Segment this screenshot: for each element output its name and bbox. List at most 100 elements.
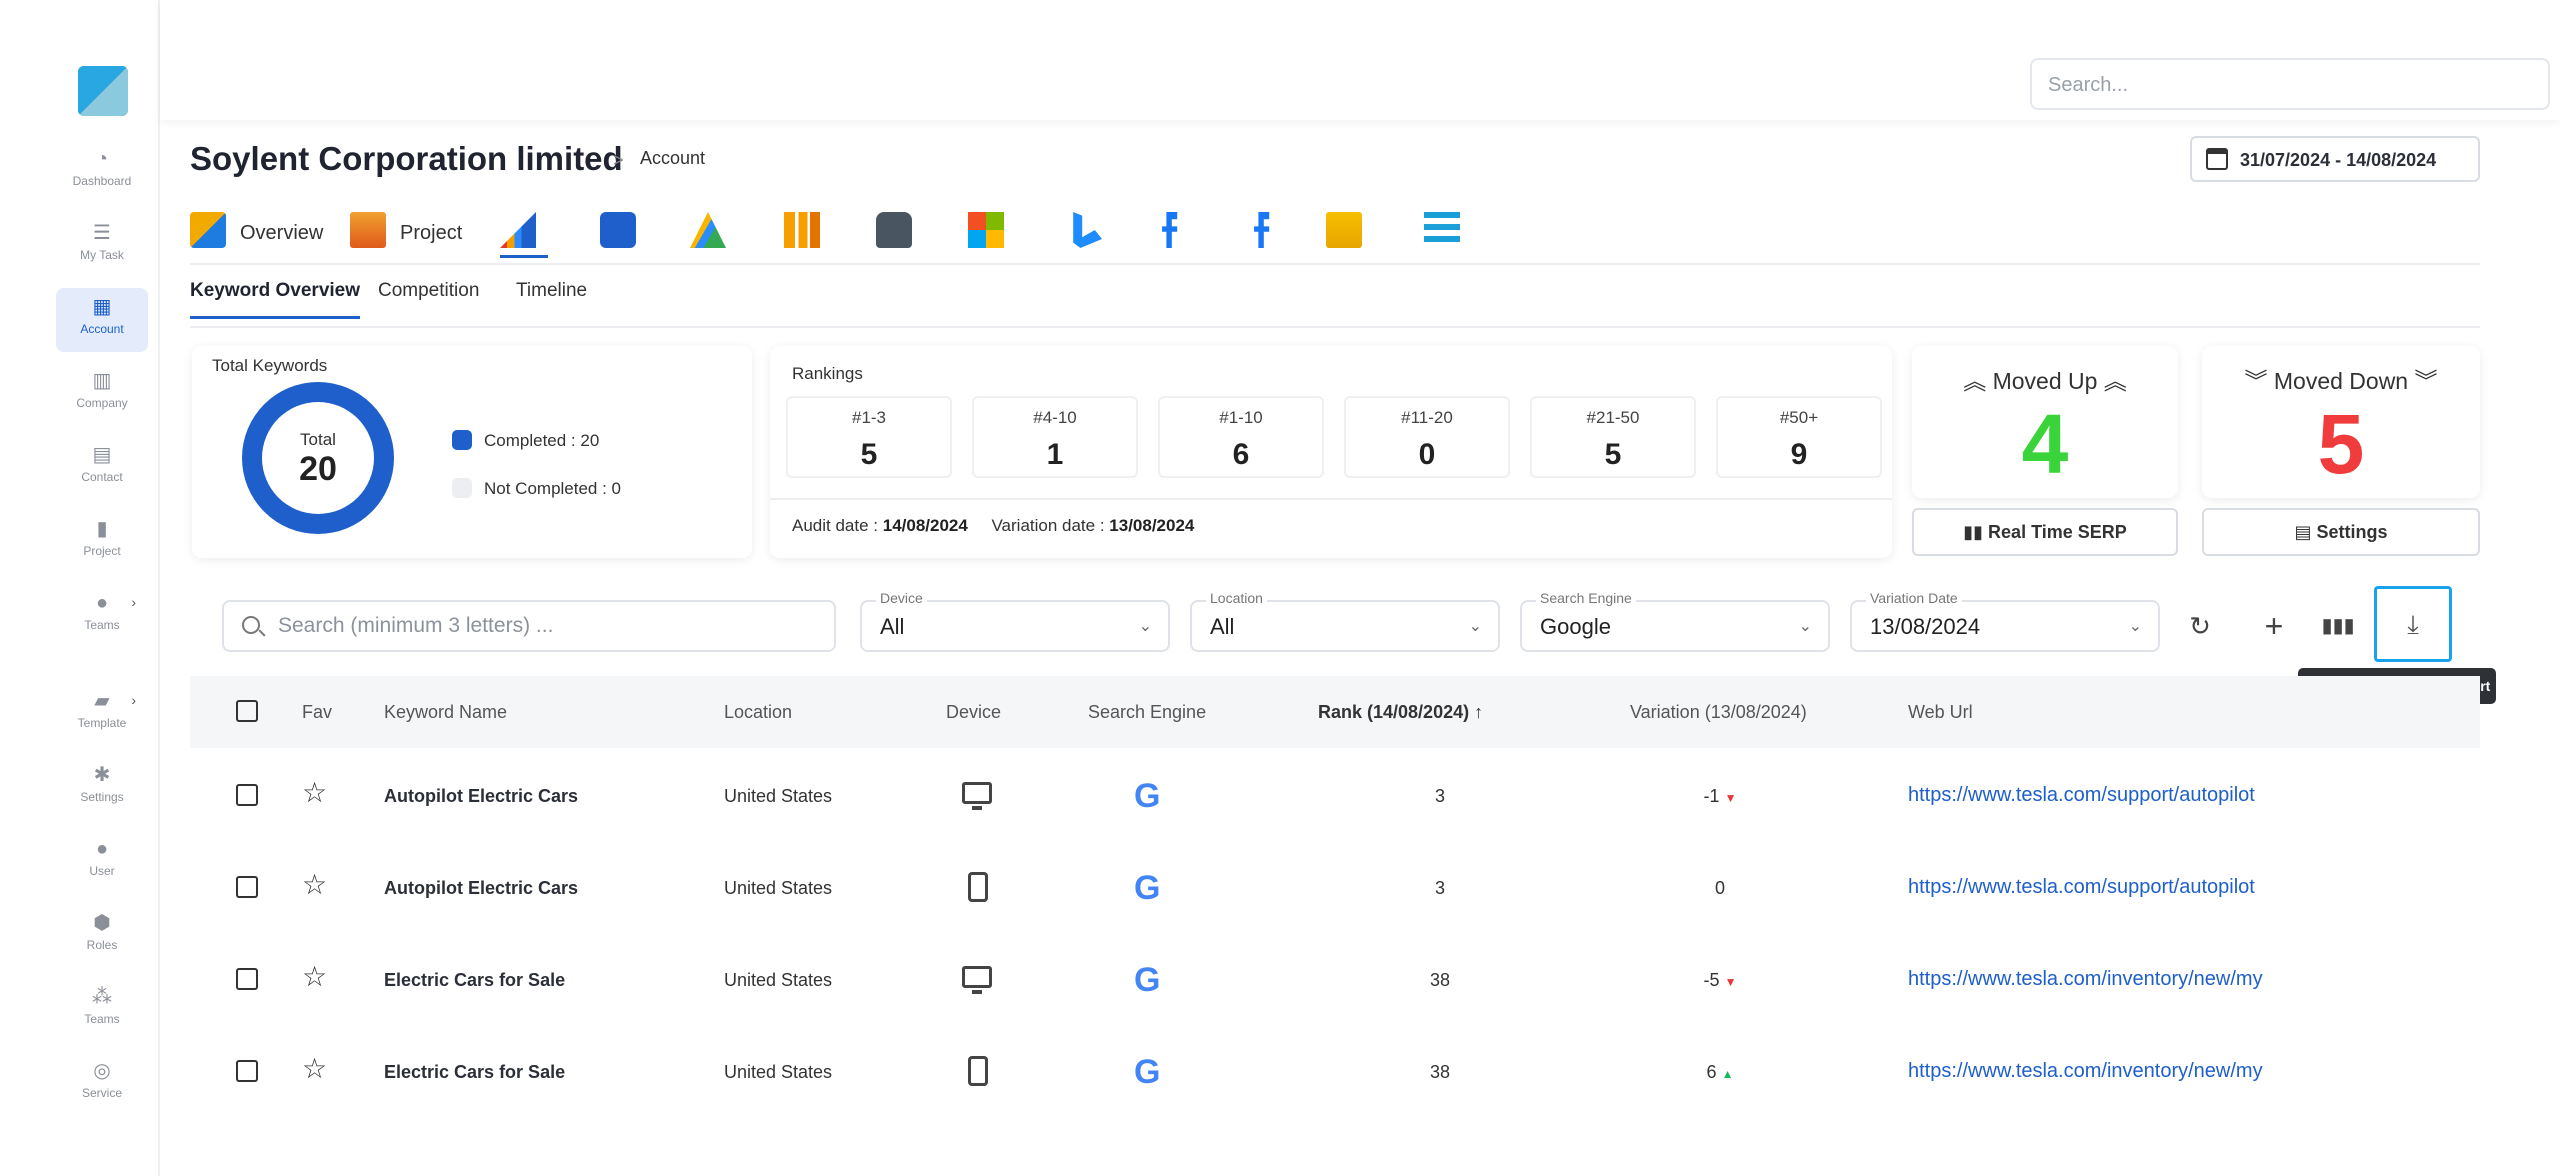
col-web-url[interactable]: Web Url <box>1908 702 1973 723</box>
variation-date-select[interactable]: Variation Date 13/08/2024 ⌄ <box>1850 590 2160 652</box>
refresh-icon[interactable]: ↻ <box>2180 606 2220 646</box>
global-search-input[interactable]: Search... <box>2030 58 2550 110</box>
moved-down-card: ︾ Moved Down ︾ 5 <box>2202 346 2480 498</box>
favorite-star-icon[interactable]: ☆ <box>302 962 327 992</box>
real-time-serp-label: Real Time SERP <box>1988 522 2127 542</box>
keyword-web-url[interactable]: https://www.tesla.com/inventory/new/my <box>1908 968 2263 991</box>
table-row: ☆ Autopilot Electric Cars United States G 3 -… <box>190 750 2480 842</box>
add-icon[interactable]: + <box>2254 606 2294 646</box>
keyword-web-url[interactable]: https://www.tesla.com/support/autopilot <box>1908 876 2255 899</box>
topbar: Search... RS <box>160 0 2560 120</box>
tool-tab-sitemap[interactable] <box>1424 206 1472 258</box>
favorite-star-icon[interactable]: ☆ <box>302 1054 327 1084</box>
col-variation[interactable]: Variation (13/08/2024) <box>1630 702 1807 723</box>
ranking-bucket[interactable]: #21-50 5 <box>1530 396 1696 478</box>
sidebar-item-settings[interactable]: ✱ Settings <box>56 756 148 820</box>
breadcrumb[interactable]: Account <box>640 148 705 169</box>
settings-button[interactable]: ▤ Settings <box>2202 508 2480 556</box>
trend-down-icon: ▼ <box>1724 975 1737 989</box>
variation-date: 13/08/2024 <box>1109 516 1195 535</box>
keyword-web-url[interactable]: https://www.tesla.com/inventory/new/my <box>1908 1060 2263 1083</box>
location-select[interactable]: Location All ⌄ <box>1190 590 1500 652</box>
favorite-star-icon[interactable]: ☆ <box>302 870 327 900</box>
search-engine-select[interactable]: Search Engine Google ⌄ <box>1520 590 1830 652</box>
keyword-search-input[interactable]: Search (minimum 3 letters) ... <box>222 600 836 652</box>
download-report-button[interactable]: ⤓ <box>2374 586 2452 662</box>
download-icon: ⤓ <box>2407 609 2419 639</box>
rank-chart-icon <box>500 212 536 248</box>
row-checkbox[interactable] <box>236 1060 258 1082</box>
tab-competition[interactable]: Competition <box>378 280 479 316</box>
ranking-count: 6 <box>1232 438 1250 471</box>
ranking-bucket[interactable]: #1-10 6 <box>1158 396 1324 478</box>
sidebar-item-user[interactable]: ● User <box>56 830 148 894</box>
sidebar-item-my-task[interactable]: ☰ My Task <box>56 214 148 278</box>
tool-tab-google-analytics[interactable] <box>784 206 832 258</box>
select-all-checkbox[interactable] <box>236 700 258 722</box>
sidebar-item-account[interactable]: ▦ Account <box>56 288 148 352</box>
tool-tab-google-ads[interactable] <box>690 206 738 258</box>
date-range-button[interactable]: 31/07/2024 - 14/08/2024 <box>2190 136 2480 182</box>
google-icon: G <box>1134 1053 1161 1091</box>
sidebar-item-service[interactable]: ◎ Service <box>56 1052 148 1116</box>
chevrons-up-icon: ︽ <box>1963 368 1987 394</box>
search-engine-select-value: Google <box>1540 614 1611 639</box>
sidebar-item-roles[interactable]: ⬢ Roles <box>56 904 148 968</box>
col-device[interactable]: Device <box>946 702 1001 723</box>
legend-swatch <box>452 478 472 498</box>
google-ads-icon <box>690 212 726 248</box>
favorite-star-icon[interactable]: ☆ <box>302 778 327 808</box>
real-time-serp-button[interactable]: ▮▮ Real Time SERP <box>1912 508 2178 556</box>
tool-tab-project-clipboard[interactable]: Project <box>350 206 480 258</box>
sidebar-item-teams[interactable]: ● Teams › <box>56 584 148 648</box>
row-checkbox[interactable] <box>236 784 258 806</box>
sidebar-item-label: Teams <box>84 1012 120 1026</box>
ranking-bucket[interactable]: #1-3 5 <box>786 396 952 478</box>
keyword-web-url[interactable]: https://www.tesla.com/support/autopilot <box>1908 784 2255 807</box>
tool-tab-merchant[interactable] <box>876 206 924 258</box>
col-search-engine[interactable]: Search Engine <box>1088 702 1206 723</box>
col-keyword[interactable]: Keyword Name <box>384 702 507 723</box>
sidebar-item-template[interactable]: ▰ Template › <box>56 682 148 746</box>
ranking-bucket[interactable]: #50+ 9 <box>1716 396 1882 478</box>
tool-tab-folder[interactable] <box>1326 206 1374 258</box>
tool-tab-bing[interactable] <box>1066 206 1114 258</box>
tool-tab-rank-chart[interactable] <box>500 206 548 258</box>
row-checkbox[interactable] <box>236 968 258 990</box>
col-rank[interactable]: Rank (14/08/2024) ↑ <box>1318 702 1483 723</box>
row-checkbox[interactable] <box>236 876 258 898</box>
col-fav[interactable]: Fav <box>302 702 332 723</box>
tool-tab-overview[interactable]: Overview <box>190 206 330 258</box>
sidebar-item-contact[interactable]: ▤ Contact <box>56 436 148 500</box>
device-select[interactable]: Device All ⌄ <box>860 590 1170 652</box>
tool-tab-google-business[interactable] <box>600 206 648 258</box>
chevron-down-icon: ⌄ <box>2128 618 2142 635</box>
columns-icon[interactable]: ▮▮▮ <box>2318 606 2358 646</box>
ranking-count: 1 <box>1046 438 1064 471</box>
ranking-count: 5 <box>860 438 878 471</box>
calendar-icon <box>2206 148 2228 170</box>
sidebar-item-company[interactable]: ▥ Company <box>56 362 148 426</box>
rankings-card: Rankings #1-3 5 #4-10 1 #1-10 6 #11-20 0 #21-50 5… <box>770 346 1892 558</box>
sidebar-item-dashboard[interactable]: ◔ Dashboard <box>56 140 148 204</box>
sidebar-item-label: Project <box>83 544 121 558</box>
audit-info: Audit date : 14/08/2024 Variation date :… <box>792 516 1194 536</box>
tool-tab-facebook[interactable] <box>1244 206 1292 258</box>
col-location[interactable]: Location <box>724 702 792 723</box>
tool-tab-microsoft[interactable] <box>968 206 1016 258</box>
sidebar-item-project[interactable]: ▮ Project <box>56 510 148 574</box>
ranking-bucket[interactable]: #4-10 1 <box>972 396 1138 478</box>
sidebar-item-teams[interactable]: ⁂ Teams <box>56 978 148 1042</box>
app-logo[interactable] <box>78 66 128 116</box>
page-title: Soylent Corporation limited <box>190 140 623 177</box>
device-select-value: All <box>880 614 905 639</box>
ranking-bucket[interactable]: #11-20 0 <box>1344 396 1510 478</box>
total-keywords-label: Total Keywords <box>212 356 328 375</box>
tab-timeline[interactable]: Timeline <box>516 280 587 316</box>
desktop-stand-icon <box>972 990 982 994</box>
gauge-icon: ◔ <box>95 148 109 170</box>
tab-keyword-overview[interactable]: Keyword Overview <box>190 280 361 319</box>
tool-tab-label: Project <box>400 222 463 244</box>
variation-value: -5 <box>1703 970 1720 990</box>
tool-tab-facebook-ads[interactable] <box>1152 206 1200 258</box>
